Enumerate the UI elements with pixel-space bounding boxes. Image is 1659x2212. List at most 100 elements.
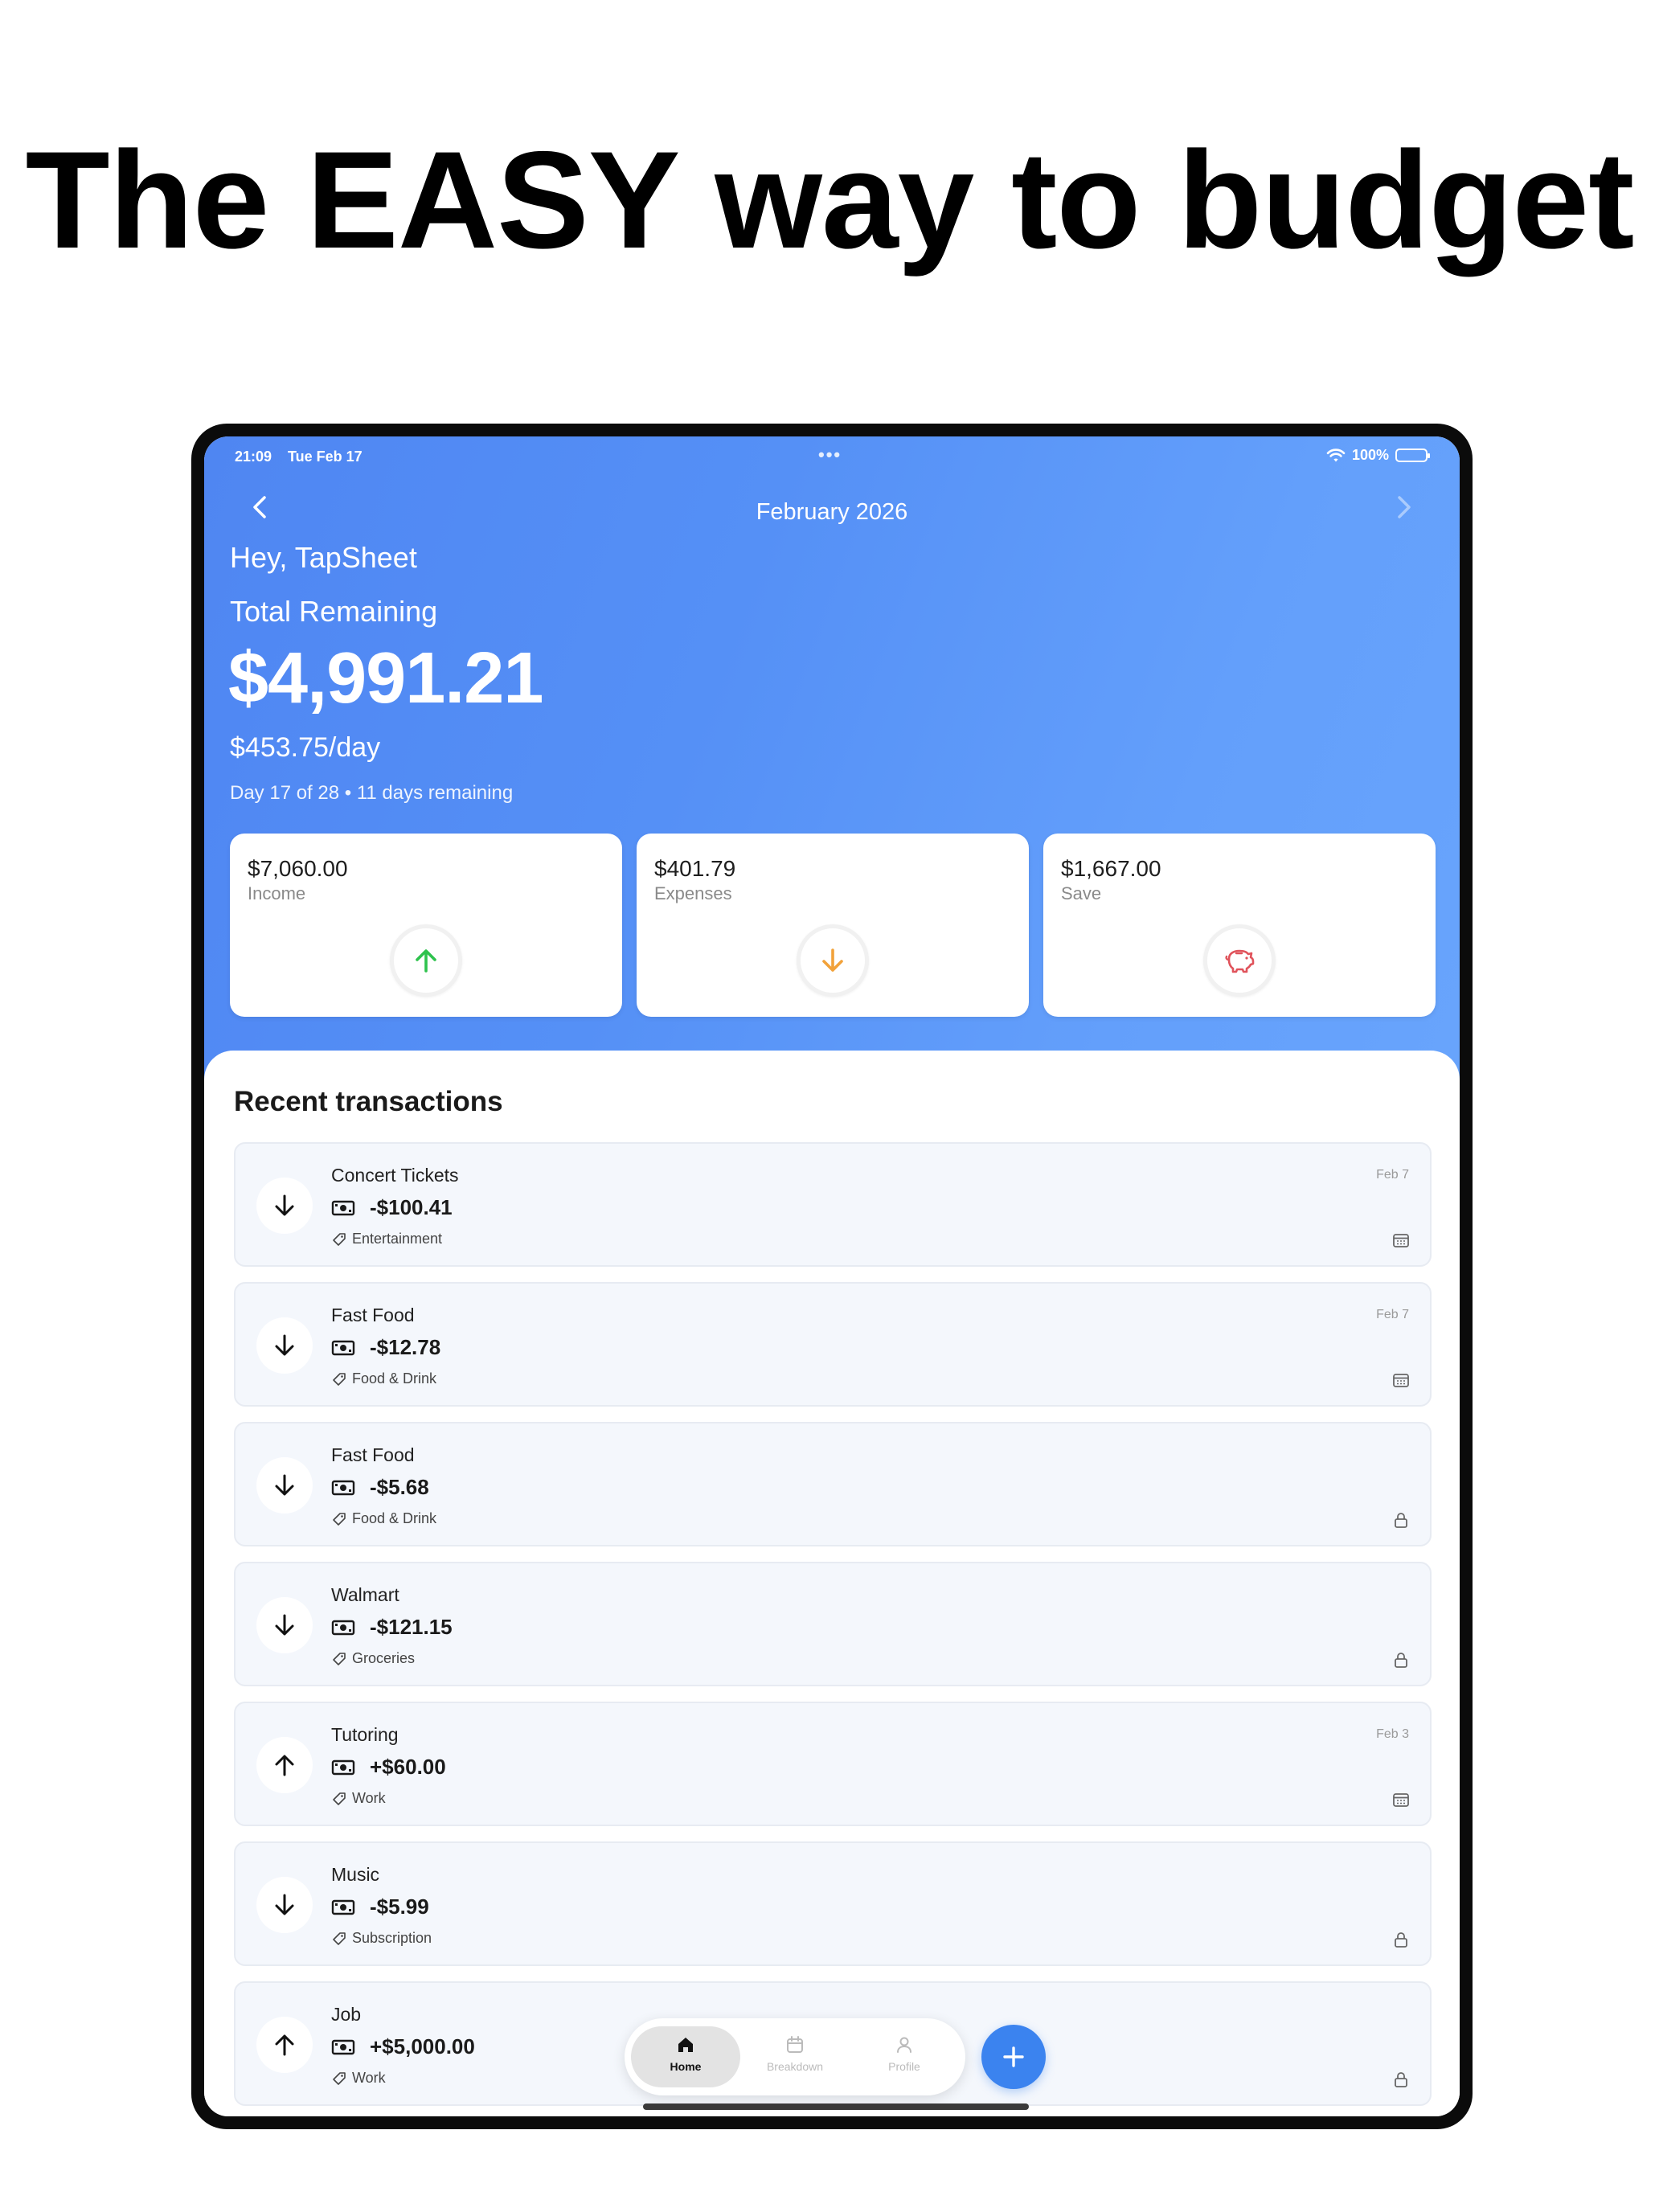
card-amount: $1,667.00 bbox=[1061, 856, 1161, 881]
transaction-amount-row: -$5.68 bbox=[331, 1475, 429, 1500]
chevron-right-icon[interactable] bbox=[1387, 491, 1419, 523]
transaction-amount: -$121.15 bbox=[370, 1615, 453, 1639]
lock-icon bbox=[1395, 1653, 1407, 1668]
transaction-amount: -$5.99 bbox=[370, 1895, 429, 1919]
plus-icon bbox=[1003, 2046, 1024, 2067]
save-card[interactable]: $1,667.00 Save bbox=[1043, 834, 1436, 1017]
add-transaction-button[interactable] bbox=[981, 2025, 1046, 2089]
transaction-row[interactable]: Concert Tickets -$100.41 Entertainment Feb … bbox=[234, 1142, 1432, 1267]
transaction-amount: +$5,000.00 bbox=[370, 2034, 475, 2058]
person-icon bbox=[897, 2037, 911, 2053]
wifi-icon bbox=[1326, 448, 1346, 461]
transaction-category: Food & Drink bbox=[352, 1510, 437, 1526]
transaction-status-icon bbox=[1391, 2070, 1411, 2089]
greeting: Hey, TapSheet bbox=[230, 541, 417, 574]
battery-percent: 100% bbox=[1351, 447, 1389, 463]
transaction-category-row: Work bbox=[331, 2070, 386, 2087]
cash-icon bbox=[331, 1620, 355, 1635]
transaction-name: Job bbox=[331, 2004, 362, 2025]
transaction-amount: -$12.78 bbox=[370, 1335, 441, 1359]
transaction-name: Music bbox=[331, 1864, 380, 1885]
total-remaining-label: Total Remaining bbox=[230, 595, 438, 628]
card-label: Expenses bbox=[654, 883, 732, 903]
arrow-down-icon bbox=[275, 1334, 294, 1356]
transaction-name: Walmart bbox=[331, 1584, 399, 1605]
direction-icon-circle bbox=[256, 1877, 313, 1933]
direction-icon-circle bbox=[256, 1178, 313, 1234]
status-right: 100% bbox=[1326, 447, 1430, 464]
direction-icon-circle bbox=[256, 1317, 313, 1374]
tab-profile[interactable]: Profile bbox=[850, 2026, 959, 2087]
transaction-date: Feb 7 bbox=[1376, 1308, 1409, 1321]
transaction-row[interactable]: Walmart -$121.15 Groceries bbox=[234, 1562, 1432, 1686]
transaction-status-icon bbox=[1391, 1930, 1411, 1949]
transaction-row[interactable]: Fast Food -$5.68 Food & Drink bbox=[234, 1422, 1432, 1546]
tab-bar: Home Breakdown Profile bbox=[625, 2018, 965, 2095]
tag-icon bbox=[333, 2071, 346, 2085]
month-navigation: February 2026 bbox=[204, 488, 1460, 536]
lock-icon bbox=[1395, 1513, 1407, 1528]
direction-icon-circle bbox=[256, 1457, 313, 1514]
cash-icon bbox=[331, 1200, 355, 1215]
transaction-amount-row: +$60.00 bbox=[331, 1755, 446, 1780]
transaction-category: Work bbox=[352, 1790, 386, 1806]
transaction-category: Food & Drink bbox=[352, 1370, 437, 1387]
transaction-category-row: Food & Drink bbox=[331, 1370, 436, 1387]
tab-profile-label: Profile bbox=[888, 2060, 920, 2073]
day-progress-info: Day 17 of 28 • 11 days remaining bbox=[230, 782, 514, 804]
transaction-amount-row: -$121.15 bbox=[331, 1615, 453, 1640]
income-icon-circle bbox=[390, 924, 462, 997]
transaction-name: Tutoring bbox=[331, 1724, 399, 1745]
transaction-name: Concert Tickets bbox=[331, 1165, 459, 1186]
transaction-date: Feb 7 bbox=[1376, 1168, 1409, 1182]
lock-icon bbox=[1395, 2072, 1407, 2087]
multitasking-dots-icon[interactable]: ••• bbox=[818, 444, 842, 465]
piggy-bank-icon bbox=[1225, 949, 1255, 973]
transaction-category-row: Groceries bbox=[331, 1650, 415, 1667]
calendar-icon bbox=[1393, 1234, 1409, 1247]
cash-icon bbox=[331, 1480, 355, 1495]
tag-icon bbox=[333, 1372, 346, 1386]
transaction-status-icon bbox=[1391, 1650, 1411, 1669]
transaction-category: Subscription bbox=[352, 1930, 432, 1946]
calendar-icon bbox=[1393, 1374, 1409, 1387]
transaction-status-icon bbox=[1391, 1510, 1411, 1530]
transaction-row[interactable]: Tutoring +$60.00 Work Feb 3 bbox=[234, 1702, 1432, 1826]
transaction-date: Feb 3 bbox=[1376, 1727, 1409, 1741]
transaction-amount-row: -$12.78 bbox=[331, 1335, 440, 1360]
tab-breakdown[interactable]: Breakdown bbox=[740, 2026, 850, 2087]
app-screen: 21:09 Tue Feb 17 ••• 100% February 2026 bbox=[204, 436, 1460, 2116]
month-title: February 2026 bbox=[756, 499, 908, 525]
transaction-status-icon bbox=[1391, 1370, 1411, 1390]
tab-home[interactable]: Home bbox=[631, 2026, 740, 2087]
transaction-row[interactable]: Music -$5.99 Subscription bbox=[234, 1841, 1432, 1966]
arrow-down-icon bbox=[275, 1474, 294, 1496]
per-day-amount: $453.75/day bbox=[230, 732, 381, 763]
transaction-row[interactable]: Fast Food -$12.78 Food & Drink Feb 7 bbox=[234, 1282, 1432, 1407]
arrow-up-icon bbox=[416, 949, 436, 973]
summary-cards: $7,060.00 Income $401.79 Expenses $1,667… bbox=[230, 834, 1436, 1018]
arrow-up-icon bbox=[275, 1755, 294, 1776]
tag-icon bbox=[333, 1232, 346, 1246]
cash-icon bbox=[331, 2039, 355, 2054]
save-icon-circle bbox=[1203, 924, 1276, 997]
transaction-category-row: Work bbox=[331, 1790, 386, 1807]
direction-icon-circle bbox=[256, 1737, 313, 1793]
transaction-category: Entertainment bbox=[352, 1231, 443, 1247]
tag-icon bbox=[333, 1792, 346, 1805]
cash-icon bbox=[331, 1759, 355, 1775]
transaction-status-icon bbox=[1391, 1790, 1411, 1809]
card-label: Save bbox=[1061, 883, 1102, 903]
card-label: Income bbox=[248, 883, 306, 903]
expenses-icon-circle bbox=[797, 924, 869, 997]
card-amount: $7,060.00 bbox=[248, 856, 348, 881]
income-card[interactable]: $7,060.00 Income bbox=[230, 834, 622, 1017]
arrow-down-icon bbox=[275, 1894, 294, 1915]
lock-icon bbox=[1395, 1932, 1407, 1948]
status-date: Tue Feb 17 bbox=[288, 449, 363, 465]
battery-icon bbox=[1395, 449, 1430, 462]
cash-icon bbox=[331, 1899, 355, 1915]
expenses-card[interactable]: $401.79 Expenses bbox=[637, 834, 1029, 1017]
tag-icon bbox=[333, 1931, 346, 1945]
cash-icon bbox=[331, 1340, 355, 1355]
